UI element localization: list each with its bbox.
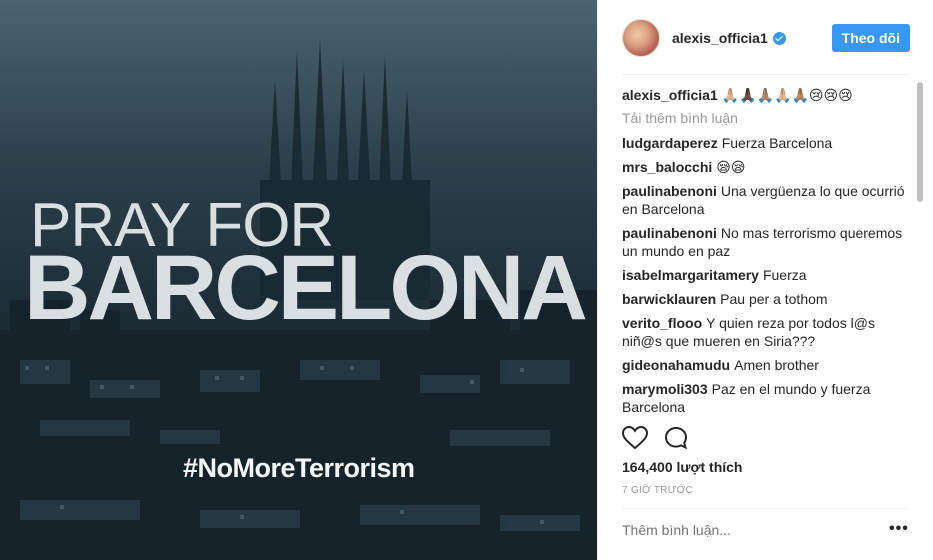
post-image[interactable]: PRAY FOR BARCELONA #NoMoreTerrorism bbox=[0, 0, 597, 560]
comment-bubble-icon[interactable] bbox=[664, 426, 688, 455]
image-text-barcelona: BARCELONA bbox=[24, 237, 588, 339]
post: PRAY FOR BARCELONA #NoMoreTerrorism alex… bbox=[0, 0, 933, 560]
more-options-icon[interactable]: ••• bbox=[889, 520, 909, 538]
comment-text: Pau per a tothom bbox=[720, 291, 828, 307]
add-comment-input[interactable] bbox=[622, 522, 882, 538]
comment-item: paulinabenoni No mas terrorismo queremos … bbox=[622, 224, 908, 260]
post-header: alexis_officia1 Theo dõi bbox=[598, 0, 933, 75]
comment-username[interactable]: paulinabenoni bbox=[622, 183, 717, 199]
comments-scrollbar[interactable] bbox=[916, 80, 924, 414]
comment-username[interactable]: barwicklauren bbox=[622, 291, 716, 307]
comment-username[interactable]: ludgardaperez bbox=[622, 135, 718, 151]
comment-username[interactable]: isabelmargaritamery bbox=[622, 267, 759, 283]
comment-text: Amen brother bbox=[734, 357, 819, 373]
caption-username[interactable]: alexis_officia1 bbox=[622, 87, 718, 103]
comment-username[interactable]: mrs_balocchi bbox=[622, 159, 712, 175]
post-actions bbox=[621, 425, 688, 455]
scrollbar-thumb[interactable] bbox=[917, 82, 923, 202]
comment-item: gideonahamudu Amen brother bbox=[622, 356, 908, 374]
comment-text: Fuerza bbox=[762, 267, 807, 283]
comment-username[interactable]: marymoli303 bbox=[622, 381, 708, 397]
comment-username[interactable]: gideonahamudu bbox=[622, 357, 730, 373]
heart-icon[interactable] bbox=[621, 425, 649, 455]
avatar[interactable] bbox=[622, 18, 660, 57]
caption: alexis_officia1 🙏🏼🙏🏿🙏🏽🙏🏼🙏🏽😢😢😢 bbox=[622, 86, 908, 104]
comment-username[interactable]: verito_flooo bbox=[622, 315, 702, 331]
caption-text: 🙏🏼🙏🏿🙏🏽🙏🏼🙏🏽😢😢😢 bbox=[721, 87, 853, 103]
comments-list[interactable]: alexis_officia1 🙏🏼🙏🏿🙏🏽🙏🏼🙏🏽😢😢😢 Tải thêm bì… bbox=[622, 86, 908, 416]
comment-item: isabelmargaritamery Fuerza bbox=[622, 266, 908, 284]
post-timestamp[interactable]: 7 GIỜ TRƯỚC bbox=[622, 485, 693, 496]
divider bbox=[622, 508, 909, 509]
comment-text: 😪😪 bbox=[716, 159, 746, 175]
load-more-comments-link[interactable]: Tải thêm bình luận bbox=[622, 110, 908, 126]
comment-item: paulinabenoni Una vergüenza lo que ocurri… bbox=[622, 182, 908, 218]
comment-item: verito_flooo Y quien reza por todos l@s n… bbox=[622, 314, 908, 350]
verified-badge-icon bbox=[772, 32, 786, 45]
comment-item: marymoli303 Paz en el mundo y fuerza Barc… bbox=[622, 380, 908, 416]
comment-text: Fuerza Barcelona bbox=[721, 135, 833, 151]
post-sidebar: alexis_officia1 Theo dõi alexis_officia1… bbox=[597, 0, 933, 560]
follow-button[interactable]: Theo dõi bbox=[831, 23, 910, 52]
comment-item: barwicklauren Pau per a tothom bbox=[622, 290, 908, 308]
comment-item: ludgardaperez Fuerza Barcelona bbox=[622, 134, 908, 152]
image-hashtag: #NoMoreTerrorism bbox=[183, 453, 415, 483]
header-username[interactable]: alexis_officia1 bbox=[672, 30, 768, 46]
comment-username[interactable]: paulinabenoni bbox=[622, 225, 717, 241]
comment-item: mrs_balocchi 😪😪 bbox=[622, 158, 908, 176]
likes-count[interactable]: 164,400 lượt thích bbox=[622, 459, 742, 475]
